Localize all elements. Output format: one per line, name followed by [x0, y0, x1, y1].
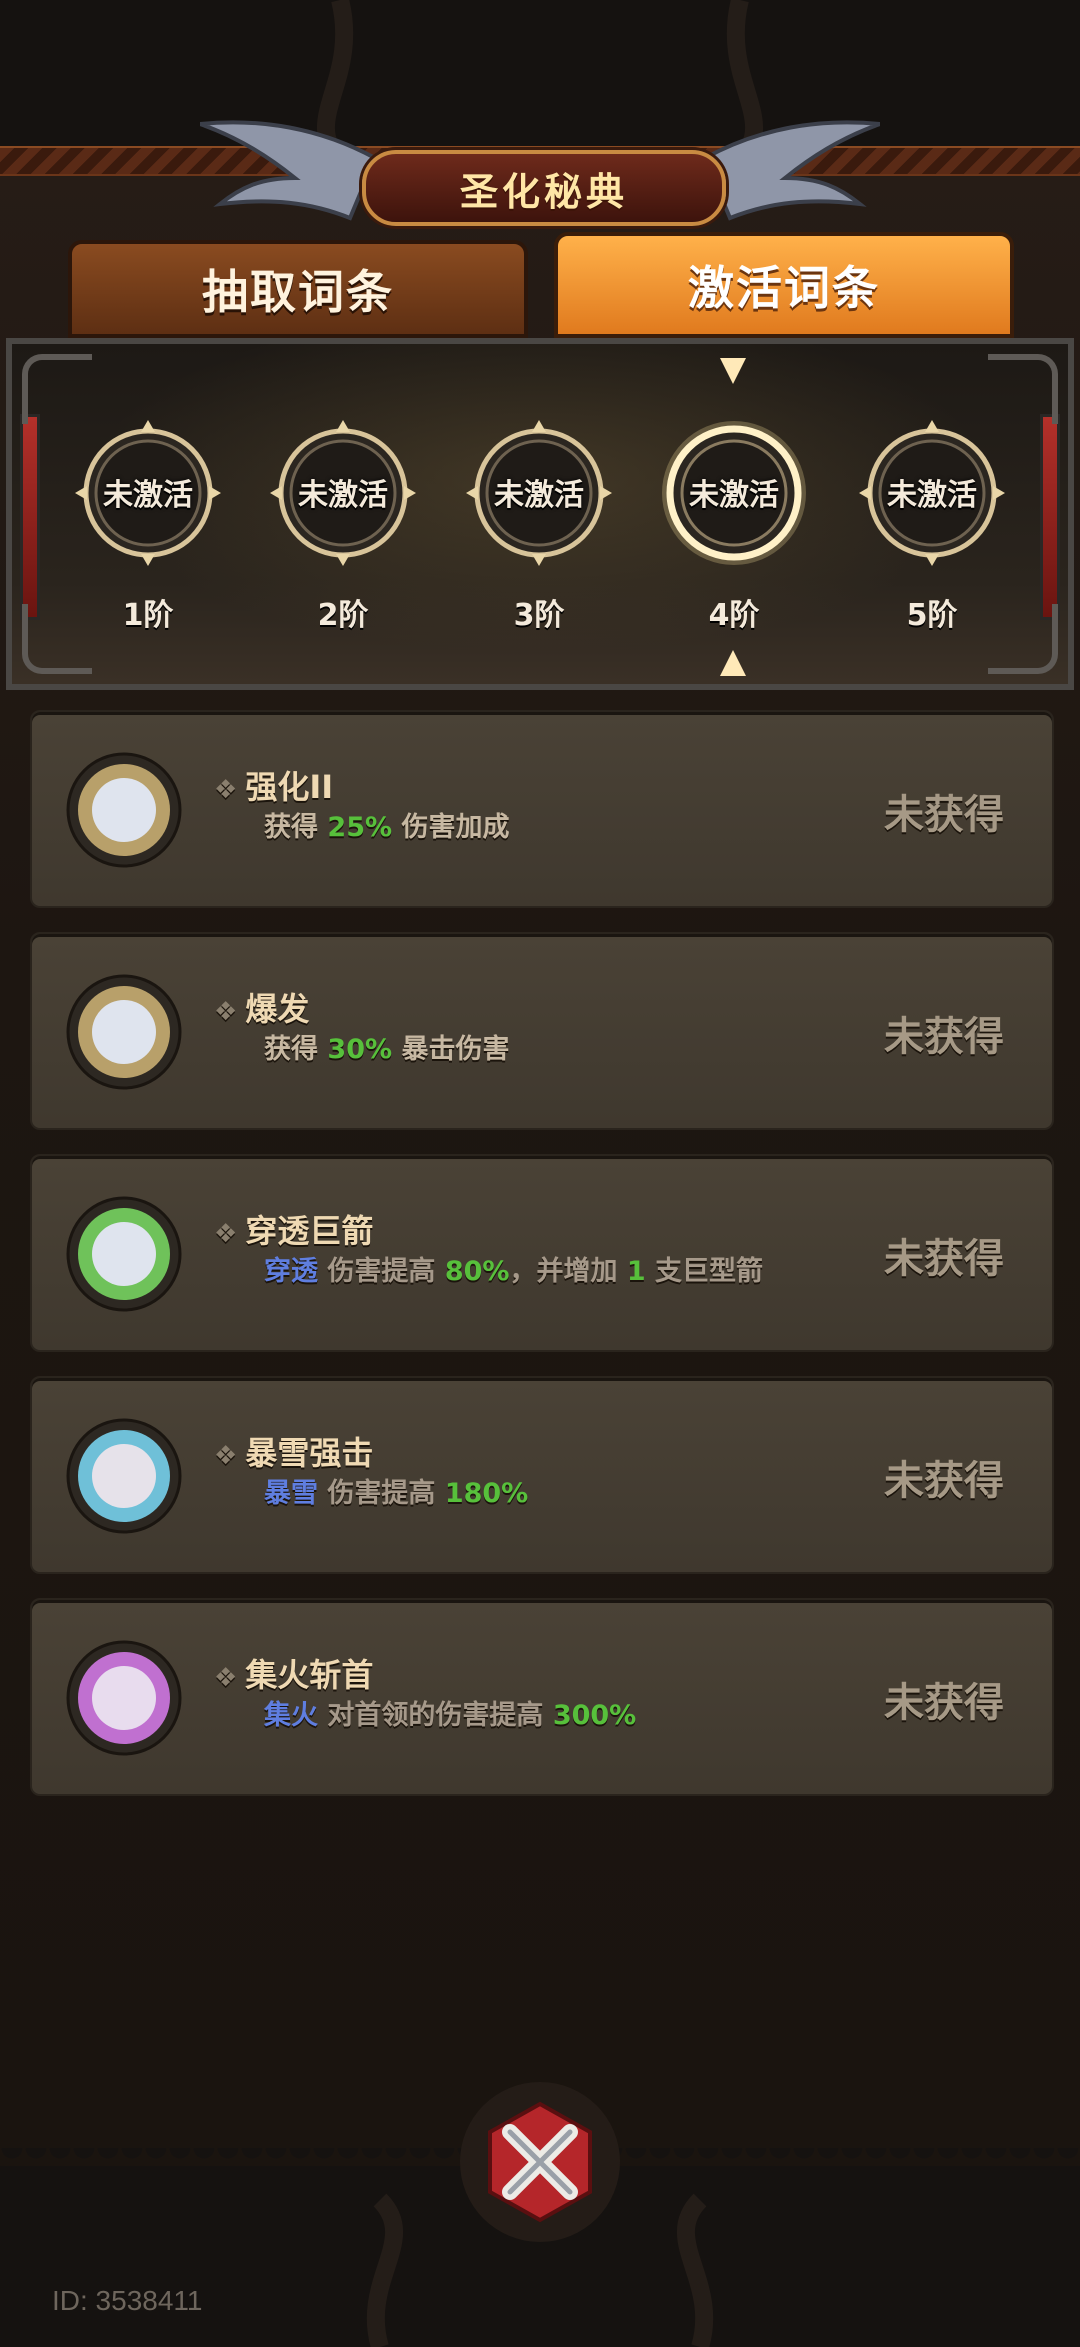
entry-card[interactable]: ❖ 集火斩首 集火 对首领的伤害提高 300% 未获得 — [30, 1598, 1054, 1796]
close-button[interactable] — [460, 2082, 620, 2242]
entry-name: ❖ 强化II — [214, 768, 334, 806]
tier-3-medal[interactable]: 未激活 — [464, 418, 614, 568]
entry-card[interactable]: ❖ 穿透巨箭 穿透 伤害提高 80%，并增加 1 支巨型箭 未获得 — [30, 1154, 1054, 1352]
entry-description: 穿透 伤害提高 80%，并增加 1 支巨型箭 — [264, 1256, 764, 1287]
tier-1-label: 1阶 — [122, 598, 174, 633]
tier-2-medal[interactable]: 未激活 — [268, 418, 418, 568]
entry-orb-icon — [66, 974, 182, 1090]
left-wing-ornament — [200, 120, 378, 221]
corner-ornament — [22, 354, 92, 424]
tier-2-label: 2阶 — [317, 598, 369, 633]
entry-name: ❖ 集火斩首 — [214, 1656, 374, 1694]
entry-state: 未获得 — [884, 1236, 1004, 1282]
entry-orb-icon — [66, 1196, 182, 1312]
tier-status: 未激活 — [103, 478, 193, 513]
user-id-text: ID: 3538411 — [52, 2285, 203, 2316]
title-plate: 圣化秘典 — [362, 150, 726, 226]
entry-orb-icon — [66, 1418, 182, 1534]
close-x-icon — [488, 2101, 592, 2223]
tab-label: 激活词条 — [688, 261, 880, 315]
entry-description: 集火 对首领的伤害提高 300% — [264, 1700, 637, 1731]
entry-orb-icon — [66, 1640, 182, 1756]
entry-name: ❖ 穿透巨箭 — [214, 1212, 374, 1250]
selected-tier-arrow-down-icon — [720, 650, 746, 676]
entry-orb-icon — [66, 752, 182, 868]
entry-description: 暴雪 伤害提高 180% — [264, 1478, 529, 1509]
entry-card[interactable]: ❖ 强化II 获得 25% 伤害加成 未获得 — [30, 710, 1054, 908]
entry-name: ❖ 暴雪强击 — [214, 1434, 374, 1472]
corner-ornament — [988, 354, 1058, 424]
tier-status: 未激活 — [298, 478, 388, 513]
entry-state: 未获得 — [884, 1458, 1004, 1504]
entry-description: 获得 25% 伤害加成 — [264, 812, 510, 843]
entry-state: 未获得 — [884, 1014, 1004, 1060]
right-red-bar — [1040, 414, 1060, 620]
tier-4-label: 4阶 — [708, 598, 760, 633]
tab-label: 抽取词条 — [202, 265, 394, 319]
entry-name: ❖ 爆发 — [214, 990, 310, 1028]
selected-tier-arrow-up-icon — [720, 358, 746, 384]
tier-status: 未激活 — [689, 478, 779, 513]
tier-status: 未激活 — [887, 478, 977, 513]
tab-activate-entries[interactable]: 激活词条 — [554, 232, 1014, 338]
entry-state: 未获得 — [884, 1680, 1004, 1726]
tier-4-medal-selected[interactable]: 未激活 — [659, 418, 809, 568]
right-wing-ornament — [702, 120, 880, 221]
entry-state: 未获得 — [884, 792, 1004, 838]
entry-card[interactable]: ❖ 爆发 获得 30% 暴击伤害 未获得 — [30, 932, 1054, 1130]
page-title: 圣化秘典 — [459, 169, 628, 214]
tab-draw-entries[interactable]: 抽取词条 — [68, 240, 528, 338]
tier-5-medal[interactable]: 未激活 — [857, 418, 1007, 568]
entry-card[interactable]: ❖ 暴雪强击 暴雪 伤害提高 180% 未获得 — [30, 1376, 1054, 1574]
tier-1-medal[interactable]: 未激活 — [73, 418, 223, 568]
tier-3-label: 3阶 — [513, 598, 565, 633]
entry-description: 获得 30% 暴击伤害 — [264, 1034, 510, 1065]
tier-5-label: 5阶 — [906, 598, 958, 633]
tier-status: 未激活 — [494, 478, 584, 513]
left-red-bar — [20, 414, 40, 620]
